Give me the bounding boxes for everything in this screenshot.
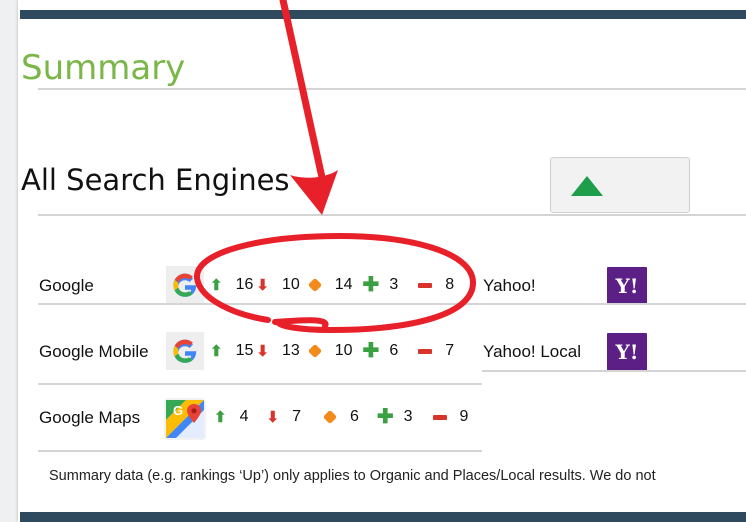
- stats-google-mobile: ⬆ 15 ⬇ 13 10 ✚ 6 7: [210, 340, 480, 362]
- stat-removed-count: 7: [445, 342, 455, 359]
- engine-label-yahoo-local: Yahoo! Local: [483, 342, 581, 361]
- stats-google-maps: ⬆ 4 ⬇ 7 6 ✚ 3 9: [214, 406, 474, 428]
- minus-icon: [432, 414, 447, 420]
- stat-down-count: 13: [281, 342, 300, 359]
- stats-google: ⬆ 16 ⬇ 10 14 ✚ 3 8: [210, 274, 480, 296]
- header-bar: [20, 10, 746, 19]
- stat-down-count: 10: [281, 276, 300, 293]
- orange-dot-icon: [322, 409, 338, 425]
- stat-added-count: 3: [389, 276, 399, 293]
- arrow-up-icon: ⬆: [210, 343, 223, 360]
- summary-heading: Summary: [21, 48, 186, 88]
- engine-label-google: Google: [39, 276, 94, 295]
- section-heading: All Search Engines: [21, 163, 290, 197]
- stat-added-count: 3: [403, 408, 413, 425]
- row-divider: [482, 370, 746, 372]
- engine-label-yahoo: Yahoo!: [483, 276, 536, 295]
- triangle-up-icon: [571, 176, 603, 196]
- stat-up-count: 16: [235, 276, 254, 293]
- stat-removed-count: 9: [459, 408, 469, 425]
- row-divider: [38, 303, 482, 305]
- row-divider: [38, 383, 482, 385]
- arrow-down-icon: ⬇: [256, 343, 269, 360]
- summary-footnote: Summary data (e.g. rankings ‘Up’) only a…: [49, 468, 656, 484]
- stat-same-count: 10: [334, 342, 353, 359]
- collapse-toggle-button[interactable]: [550, 157, 690, 213]
- yahoo-icon: Y!: [607, 267, 647, 305]
- stat-same-count: 14: [334, 276, 353, 293]
- orange-dot-icon: [307, 277, 322, 293]
- engine-label-google-mobile: Google Mobile: [39, 342, 149, 361]
- minus-icon: [418, 282, 433, 288]
- section-divider: [38, 214, 746, 216]
- stat-down-count: 7: [292, 408, 301, 425]
- google-mobile-icon: [166, 332, 204, 370]
- arrow-up-icon: ⬆: [214, 409, 227, 426]
- svg-text:G: G: [173, 403, 183, 418]
- footer-bar: [20, 512, 746, 522]
- arrow-down-icon: ⬇: [266, 409, 280, 426]
- minus-icon: [418, 348, 433, 354]
- stat-up-count: 4: [239, 408, 249, 425]
- stat-up-count: 15: [235, 342, 254, 359]
- stat-same-count: 6: [349, 408, 359, 425]
- row-divider: [38, 450, 482, 452]
- engine-label-google-maps: Google Maps: [39, 408, 141, 427]
- row-divider: [482, 303, 746, 305]
- plus-icon: ✚: [376, 406, 394, 428]
- arrow-up-icon: ⬆: [210, 277, 223, 294]
- google-icon: [166, 266, 204, 304]
- plus-icon: ✚: [362, 340, 380, 362]
- orange-dot-icon: [307, 343, 322, 359]
- arrow-down-icon: ⬇: [256, 277, 269, 294]
- google-maps-icon: G: [164, 398, 206, 440]
- summary-divider: [38, 88, 746, 90]
- yahoo-local-icon: Y!: [607, 333, 647, 371]
- stat-removed-count: 8: [445, 276, 455, 293]
- stat-added-count: 6: [389, 342, 399, 359]
- plus-icon: ✚: [362, 274, 380, 296]
